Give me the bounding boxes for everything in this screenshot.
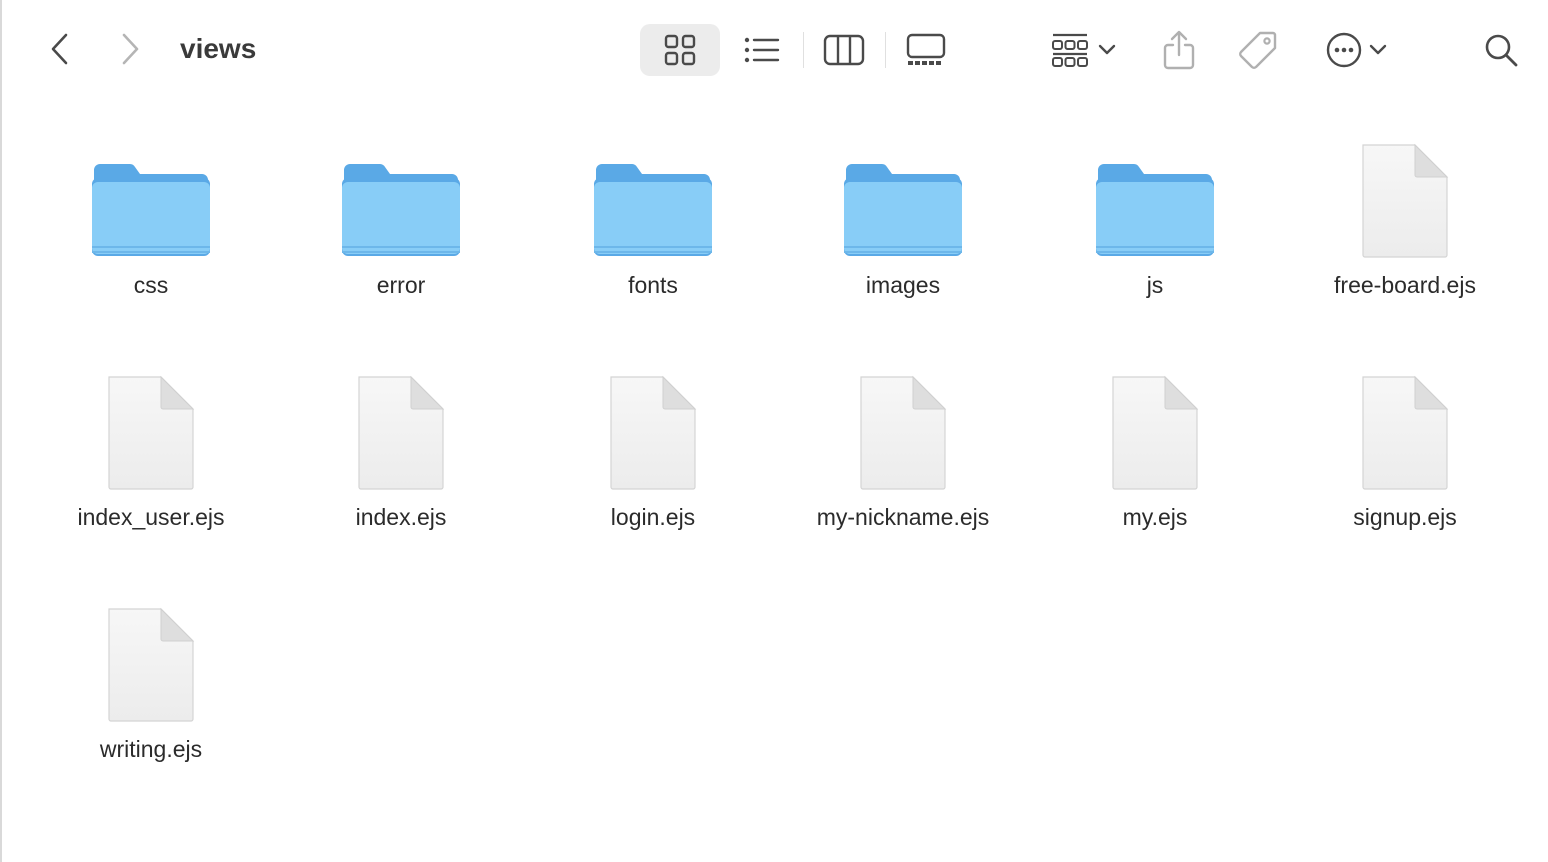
finder-window: views css error fonts images js free-boa… (0, 0, 1548, 862)
item-name: css (133, 272, 169, 298)
document-icon (108, 607, 195, 722)
item-icon-wrap (1285, 362, 1525, 492)
item-icon-wrap (1285, 130, 1525, 260)
folder-item[interactable]: css (31, 130, 271, 330)
document-icon (1112, 375, 1199, 490)
file-item[interactable]: writing.ejs (31, 594, 271, 794)
item-icon-wrap (533, 130, 773, 260)
file-item[interactable]: my-nickname.ejs (783, 362, 1023, 562)
folder-item[interactable]: js (1035, 130, 1275, 330)
folder-icon (92, 164, 210, 256)
document-icon (358, 375, 445, 490)
item-icon-wrap (281, 362, 521, 492)
item-name: js (1146, 272, 1164, 298)
item-name: images (865, 272, 941, 298)
folder-item[interactable]: images (783, 130, 1023, 330)
file-item[interactable]: signup.ejs (1285, 362, 1525, 562)
file-item[interactable]: index_user.ejs (31, 362, 271, 562)
file-item[interactable]: free-board.ejs (1285, 130, 1525, 330)
document-icon (860, 375, 947, 490)
item-icon-wrap (1035, 130, 1275, 260)
folder-item[interactable]: error (281, 130, 521, 330)
folder-icon (594, 164, 712, 256)
folder-icon (342, 164, 460, 256)
document-icon (1362, 143, 1449, 258)
item-name: index_user.ejs (77, 504, 225, 530)
file-item[interactable]: my.ejs (1035, 362, 1275, 562)
item-name: error (376, 272, 426, 298)
item-name: login.ejs (610, 504, 696, 530)
item-icon-wrap (31, 362, 271, 492)
document-icon (1362, 375, 1449, 490)
item-name: writing.ejs (99, 736, 203, 762)
item-name: my-nickname.ejs (816, 504, 990, 530)
item-icon-wrap (1035, 362, 1275, 492)
file-grid: css error fonts images js free-board.ejs… (2, 0, 1548, 862)
item-name: fonts (628, 272, 678, 298)
folder-item[interactable]: fonts (533, 130, 773, 330)
item-icon-wrap (783, 362, 1023, 492)
item-icon-wrap (31, 594, 271, 724)
folder-icon (1096, 164, 1214, 256)
document-icon (108, 375, 195, 490)
item-icon-wrap (31, 130, 271, 260)
item-icon-wrap (281, 130, 521, 260)
item-name: my.ejs (1122, 504, 1188, 530)
item-icon-wrap (533, 362, 773, 492)
item-name: index.ejs (355, 504, 447, 530)
document-icon (610, 375, 697, 490)
item-icon-wrap (783, 130, 1023, 260)
item-name: signup.ejs (1353, 504, 1457, 530)
file-item[interactable]: index.ejs (281, 362, 521, 562)
file-item[interactable]: login.ejs (533, 362, 773, 562)
item-name: free-board.ejs (1334, 272, 1476, 298)
folder-icon (844, 164, 962, 256)
